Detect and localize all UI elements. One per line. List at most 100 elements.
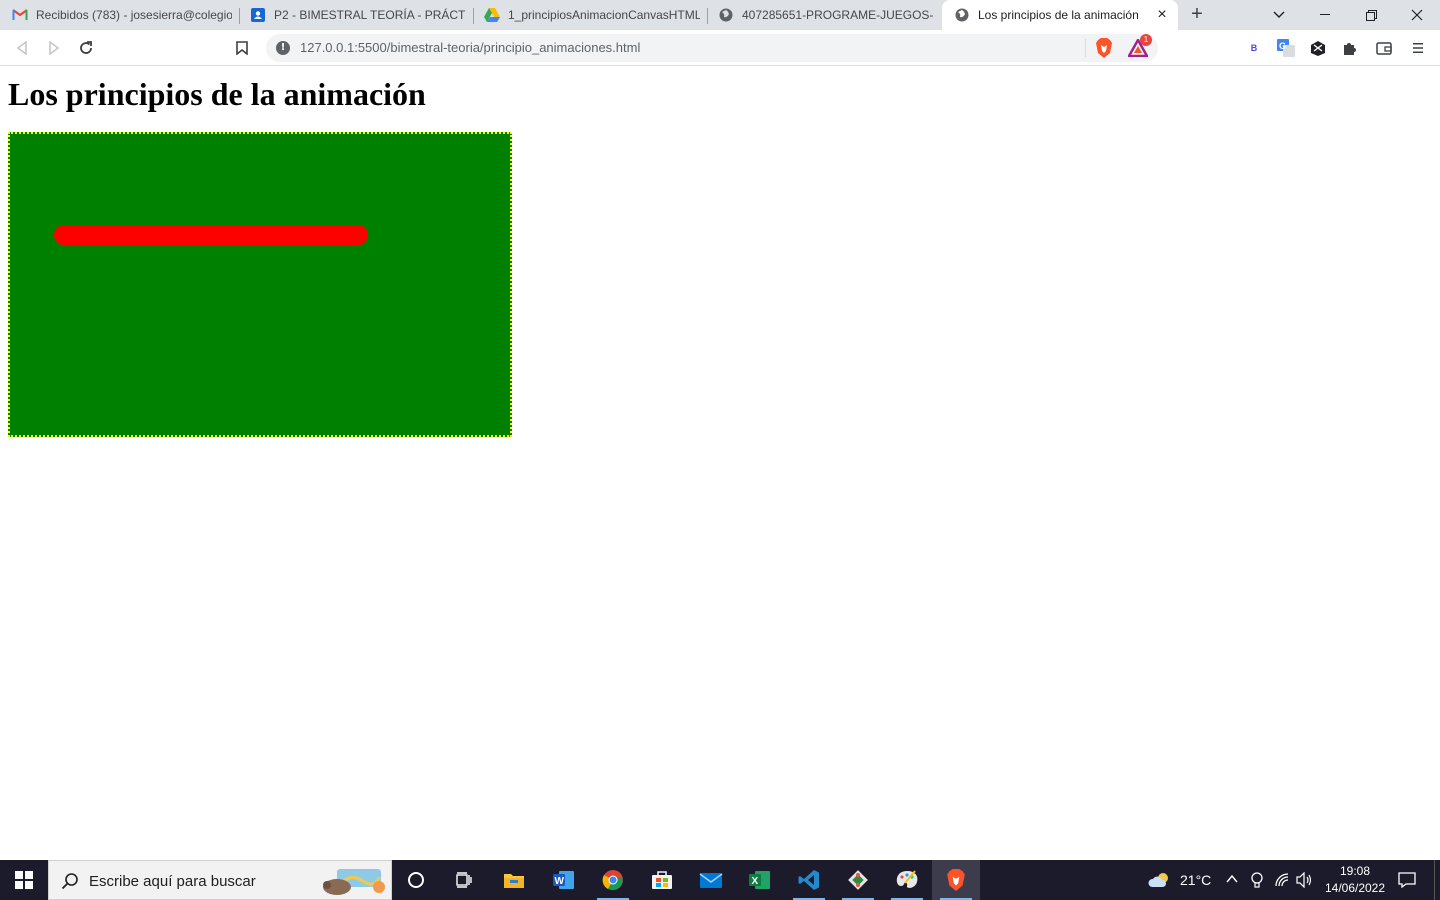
translate-extension-button[interactable]: G <box>1276 38 1296 58</box>
weather-icon[interactable] <box>1148 870 1172 890</box>
search-highlight-illustration <box>323 869 385 895</box>
weather-temperature[interactable]: 21°C <box>1180 872 1211 888</box>
close-icon <box>1411 9 1423 21</box>
brave-icon <box>947 869 965 891</box>
tab-title: P2 - BIMESTRAL TEORÍA - PRÁCTICA <box>274 8 466 22</box>
file-explorer-icon <box>504 874 524 888</box>
page-title: Los principios de la animación <box>8 76 426 112</box>
gmail-icon <box>12 7 28 23</box>
svg-text:X: X <box>752 876 759 887</box>
task-view-button[interactable] <box>440 860 488 900</box>
word-icon: W <box>553 871 574 889</box>
extension-puzzle-dark-button[interactable] <box>1308 38 1328 58</box>
windows-logo-icon <box>15 871 33 889</box>
taskbar-search[interactable]: Escribe aquí para buscar <box>48 860 392 900</box>
tab-title: Recibidos (783) - josesierra@colegio <box>36 8 232 22</box>
tab-classroom[interactable]: P2 - BIMESTRAL TEORÍA - PRÁCTICA <box>238 0 474 30</box>
extension-b-button[interactable]: B <box>1244 38 1264 58</box>
search-icon <box>61 873 78 890</box>
meet-now-icon[interactable] <box>1250 871 1264 889</box>
reload-icon <box>80 41 92 54</box>
brave-rewards-button[interactable]: 1 <box>1128 34 1152 58</box>
brave-shields-button[interactable] <box>1094 38 1114 58</box>
notification-badge: 1 <box>1140 34 1152 46</box>
task-view-icon <box>456 872 472 888</box>
menu-button[interactable] <box>1408 38 1428 58</box>
git-button[interactable] <box>834 860 882 900</box>
wallet-button[interactable] <box>1374 38 1394 58</box>
clock-date[interactable]: 14/06/2022 <box>1322 881 1388 895</box>
tab-strip: Recibidos (783) - josesierra@colegio P2 … <box>0 0 1440 30</box>
animation-canvas <box>8 132 512 437</box>
classroom-icon <box>250 7 266 23</box>
tab-gmail[interactable]: Recibidos (783) - josesierra@colegio <box>0 0 240 30</box>
new-tab-button[interactable]: + <box>1186 4 1208 26</box>
globe-icon <box>718 7 734 23</box>
brave-shield-icon <box>1096 38 1112 58</box>
reload-button[interactable] <box>74 36 98 60</box>
cortana-button[interactable] <box>392 860 440 900</box>
show-desktop-button[interactable] <box>1434 860 1440 900</box>
chrome-button[interactable] <box>589 860 637 900</box>
back-button[interactable] <box>10 36 34 60</box>
restore-icon <box>1365 9 1377 21</box>
excel-button[interactable]: X <box>736 860 784 900</box>
extension-b-icon: B <box>1250 43 1258 53</box>
translate-icon: G <box>1277 39 1295 57</box>
wifi-icon[interactable] <box>1274 872 1290 888</box>
tab-principios[interactable]: Los principios de la animación × <box>942 0 1178 30</box>
tab-title: 407285651-PROGRAME-JUEGOS-CON <box>742 8 934 22</box>
bookmark-icon <box>236 41 248 55</box>
store-icon <box>652 871 672 889</box>
paint-button[interactable] <box>883 860 931 900</box>
globe-icon <box>954 7 970 23</box>
tab-search-button[interactable] <box>1256 0 1302 30</box>
brave-taskbar-button[interactable] <box>932 860 980 900</box>
tab-title: Los principios de la animación <box>978 8 1139 22</box>
windows-taskbar: Escribe aquí para buscar W X 21°C 19:08 … <box>0 860 1440 900</box>
excel-icon: X <box>749 871 770 889</box>
store-button[interactable] <box>638 860 686 900</box>
clock-time[interactable]: 19:08 <box>1325 864 1385 878</box>
hamburger-menu-icon <box>1413 43 1423 53</box>
forward-arrow-icon <box>49 41 60 55</box>
site-info-icon[interactable]: ! <box>276 41 290 55</box>
browser-toolbar: ! 127.0.0.1:5500/bimestral-teoria/princi… <box>0 30 1440 66</box>
vscode-icon <box>798 870 819 890</box>
chevron-up-icon[interactable] <box>1226 874 1238 884</box>
mail-icon <box>699 873 723 888</box>
paint-icon <box>896 870 918 888</box>
minimize-button[interactable] <box>1302 0 1348 30</box>
vscode-button[interactable] <box>785 860 833 900</box>
wallet-icon <box>1376 42 1392 55</box>
cortana-icon <box>408 872 424 888</box>
tab-drive[interactable]: 1_principiosAnimacionCanvasHTML_J <box>472 0 708 30</box>
close-window-button[interactable] <box>1394 0 1440 30</box>
address-url[interactable]: 127.0.0.1:5500/bimestral-teoria/principi… <box>300 40 640 55</box>
close-tab-icon[interactable]: × <box>1154 7 1170 23</box>
omnibox-divider <box>1085 39 1086 57</box>
start-button[interactable] <box>0 860 48 900</box>
word-button[interactable]: W <box>540 860 588 900</box>
puzzle-icon <box>1344 43 1356 55</box>
notification-center-icon[interactable] <box>1398 872 1416 888</box>
forward-button[interactable] <box>42 36 66 60</box>
git-icon <box>848 870 868 890</box>
chrome-icon <box>602 870 623 891</box>
tab-pdf[interactable]: 407285651-PROGRAME-JUEGOS-CON <box>706 0 942 30</box>
tab-title: 1_principiosAnimacionCanvasHTML_J <box>508 8 700 22</box>
address-bar[interactable]: ! 127.0.0.1:5500/bimestral-teoria/princi… <box>266 34 1158 62</box>
volume-icon[interactable] <box>1296 872 1314 888</box>
mail-button[interactable] <box>687 860 735 900</box>
chevron-down-icon <box>1273 11 1285 18</box>
restore-button[interactable] <box>1348 0 1394 30</box>
dark-extension-icon <box>1311 41 1325 56</box>
file-explorer-button[interactable] <box>490 860 538 900</box>
search-placeholder: Escribe aquí para buscar <box>89 873 256 890</box>
svg-text:G: G <box>1279 41 1286 51</box>
back-arrow-icon <box>16 41 27 55</box>
extensions-button[interactable] <box>1340 38 1360 58</box>
red-animated-line <box>54 225 368 245</box>
bookmark-button[interactable] <box>230 36 254 60</box>
minimize-icon <box>1320 14 1330 15</box>
